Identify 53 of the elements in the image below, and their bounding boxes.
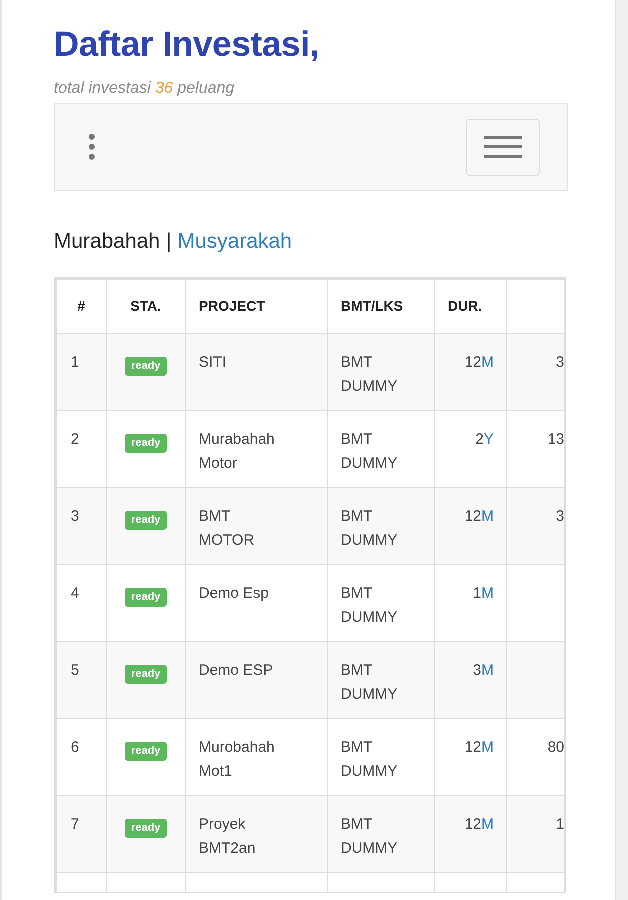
- bmt-cell: BMT DUMMY: [341, 739, 398, 780]
- bmt-cell: BMT DUMMY: [341, 431, 398, 472]
- bmt-cell: BMT DUMMY: [341, 585, 398, 626]
- duration-cell: 2Y: [476, 431, 494, 448]
- duration-cell: 12M: [464, 816, 494, 833]
- menu-toggle-button[interactable]: [466, 118, 540, 176]
- status-badge: ready: [125, 434, 167, 453]
- project-cell: BMT MOTOR: [199, 508, 255, 549]
- row-number: 5: [71, 662, 80, 679]
- category-tab[interactable]: Musyarakah: [178, 228, 292, 256]
- amount-cell: 13: [548, 431, 564, 448]
- project-cell: Demo ESP: [199, 662, 274, 679]
- bmt-cell: BMT DUMMY: [341, 508, 398, 549]
- investment-count-text: total investasi 36 peluang: [54, 79, 236, 99]
- status-badge: ready: [125, 665, 167, 684]
- row-number: 2: [71, 431, 80, 448]
- status-header: STA.: [130, 298, 162, 314]
- number-header: #: [78, 298, 86, 314]
- amount-cell: 80: [548, 739, 564, 756]
- duration-cell: 12M: [464, 354, 494, 371]
- row-number: 6: [71, 739, 80, 756]
- row-number: 1: [71, 354, 80, 371]
- row-number: 3: [71, 508, 80, 525]
- duration-cell: 12M: [464, 508, 494, 525]
- menu-icon: [484, 135, 522, 159]
- category-tab[interactable]: Murabahah: [54, 228, 160, 256]
- status-badge: ready: [125, 588, 167, 607]
- page-title: Daftar Investasi,: [54, 24, 320, 66]
- project-cell: Murabahah Motor: [199, 431, 275, 472]
- status-badge: ready: [125, 819, 167, 838]
- project-header: PROJECT: [199, 298, 266, 314]
- amount-cell: 1: [556, 816, 564, 833]
- duration-cell: 12M: [464, 739, 494, 756]
- bmt-cell: BMT DUMMY: [341, 354, 398, 395]
- project-cell: Proyek BMT2an: [199, 816, 256, 857]
- more-vertical-icon[interactable]: [88, 133, 96, 161]
- duration-header: DUR.: [448, 298, 482, 314]
- bmt-header: BMT/LKS: [341, 298, 404, 314]
- row-number: 7: [71, 816, 80, 833]
- duration-cell: 3M: [473, 662, 494, 679]
- tab-separator: |: [166, 229, 172, 255]
- status-badge: ready: [125, 357, 167, 376]
- status-badge: ready: [125, 742, 167, 761]
- status-badge: ready: [125, 511, 167, 530]
- row-number: 4: [71, 585, 80, 602]
- bmt-cell: BMT DUMMY: [341, 662, 398, 703]
- amount-cell: 3: [556, 354, 564, 371]
- project-cell: SITI: [199, 354, 227, 371]
- project-cell: Demo Esp: [199, 585, 270, 602]
- project-cell: Murobahah Mot1: [199, 739, 275, 780]
- amount-cell: 3: [556, 508, 564, 525]
- duration-cell: 1M: [473, 585, 494, 602]
- bmt-cell: BMT DUMMY: [341, 816, 398, 857]
